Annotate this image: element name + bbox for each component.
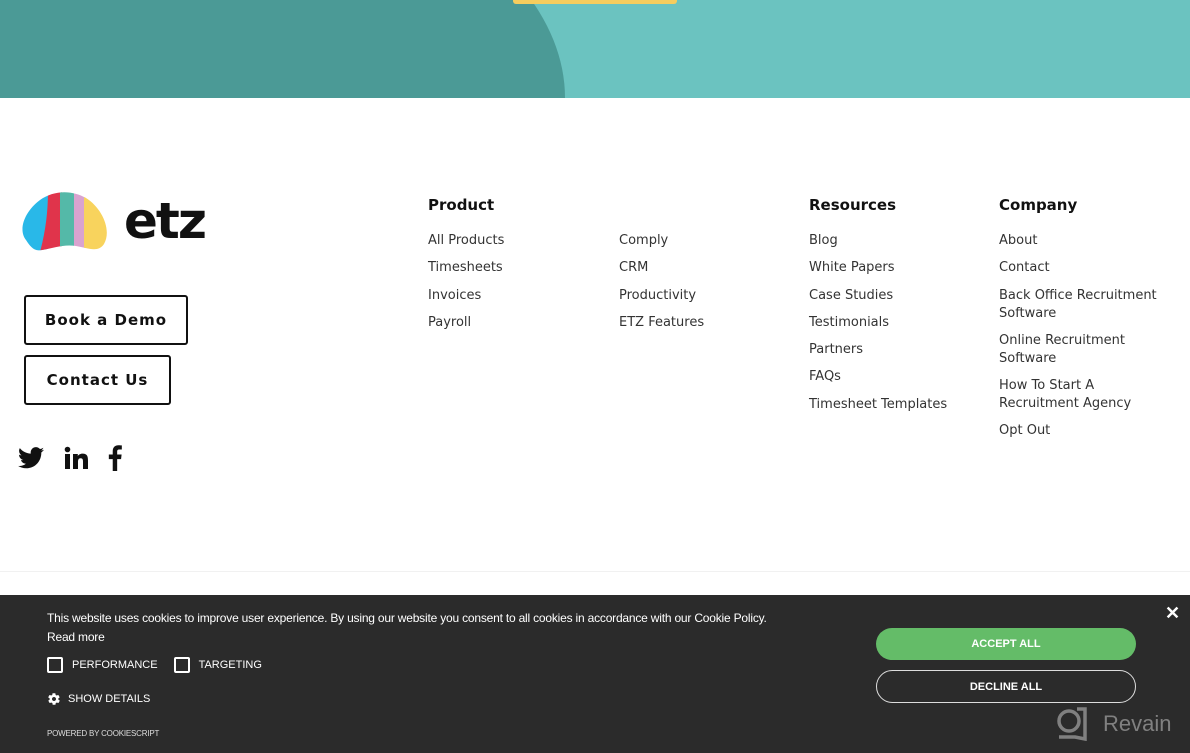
footer-link: How To Start A Recruitment Agency [999,377,1174,413]
footer-link: CRM [619,259,704,277]
close-icon[interactable]: ✕ [1165,603,1180,624]
link-timesheets[interactable]: Timesheets [428,260,503,275]
footer-link: FAQs [809,368,947,386]
link-payroll[interactable]: Payroll [428,315,471,330]
link-blog[interactable]: Blog [809,233,838,248]
social-links [18,445,122,471]
gear-icon [47,692,61,706]
link-start-agency[interactable]: How To Start A Recruitment Agency [999,378,1131,411]
cookie-message-text: This website uses cookies to improve use… [47,611,767,625]
footer-link: Productivity [619,287,704,305]
link-comply[interactable]: Comply [619,233,668,248]
performance-checkbox[interactable]: PERFORMANCE [47,657,158,673]
link-white-papers[interactable]: White Papers [809,260,895,275]
cookie-categories: PERFORMANCE TARGETING [47,657,278,673]
link-crm[interactable]: CRM [619,260,648,275]
checkbox-label: TARGETING [198,659,262,671]
footer-link: Comply [619,232,704,250]
show-details-toggle[interactable]: SHOW DETAILS [47,692,150,706]
hero-dark-shape [0,0,565,98]
linkedin-icon[interactable] [64,446,88,470]
decline-all-button[interactable]: DECLINE ALL [876,670,1136,703]
link-partners[interactable]: Partners [809,342,863,357]
twitter-icon[interactable] [18,447,44,469]
footer-link: Testimonials [809,314,947,332]
link-faqs[interactable]: FAQs [809,369,841,384]
footer-link: About [999,232,1174,250]
site-footer: etz Book a Demo Contact Us Product All P… [0,98,1190,572]
footer-column-company: Company About Contact Back Office Recrui… [999,196,1174,450]
footer-link: Contact [999,259,1174,277]
link-all-products[interactable]: All Products [428,233,504,248]
footer-link: Payroll [428,314,504,332]
read-more-link[interactable]: Read more [47,630,105,644]
footer-column-product-2: Comply CRM Productivity ETZ Features [619,232,704,341]
checkbox-box[interactable] [173,657,190,673]
cookie-message: This website uses cookies to improve use… [47,609,767,647]
column-heading: Resources [809,196,897,214]
hero-cta-button[interactable] [513,0,677,4]
footer-link: Timesheets [428,259,504,277]
logo-wordmark: etz [124,192,207,250]
logo-mark-icon [22,192,107,251]
powered-by-link[interactable]: POWERED BY COOKIESCRIPT [47,729,159,738]
link-invoices[interactable]: Invoices [428,288,481,303]
book-demo-button[interactable]: Book a Demo [24,295,188,345]
link-productivity[interactable]: Productivity [619,288,696,303]
column-heading: Company [999,196,1078,214]
show-details-label: SHOW DETAILS [68,693,151,705]
footer-link: Online Recruitment Software [999,332,1174,368]
link-online-recruitment[interactable]: Online Recruitment Software [999,333,1125,366]
footer-link: Back Office Recruitment Software [999,287,1174,323]
footer-link: ETZ Features [619,314,704,332]
etz-logo[interactable]: etz [18,190,207,252]
link-timesheet-templates[interactable]: Timesheet Templates [809,397,947,412]
link-about[interactable]: About [999,233,1037,248]
footer-link: Timesheet Templates [809,396,947,414]
cookie-banner: This website uses cookies to improve use… [0,595,1190,753]
accept-all-button[interactable]: ACCEPT ALL [876,628,1136,660]
checkbox-box[interactable] [47,657,63,673]
hero-banner [0,0,1190,98]
revain-logo-icon [1057,707,1087,741]
facebook-icon[interactable] [108,445,122,471]
link-etz-features[interactable]: ETZ Features [619,315,704,330]
footer-link: All Products [428,232,504,250]
targeting-checkbox[interactable]: TARGETING [173,657,262,673]
footer-link: Partners [809,341,947,359]
checkbox-label: PERFORMANCE [72,659,158,671]
link-testimonials[interactable]: Testimonials [809,315,889,330]
footer-link: Blog [809,232,947,250]
footer-link: White Papers [809,259,947,277]
revain-wordmark: Revain [1103,711,1172,736]
footer-column-product: Product All Products Timesheets Invoices… [428,196,504,341]
link-contact[interactable]: Contact [999,260,1050,275]
column-heading: Product [428,196,495,214]
link-opt-out[interactable]: Opt Out [999,423,1050,438]
revain-watermark: Revain [1055,707,1171,741]
link-case-studies[interactable]: Case Studies [809,288,893,303]
footer-link: Opt Out [999,422,1174,440]
contact-us-button[interactable]: Contact Us [24,355,171,405]
footer-column-resources: Resources Blog White Papers Case Studies… [809,196,947,423]
footer-link: Invoices [428,287,504,305]
footer-link: Case Studies [809,287,947,305]
link-back-office[interactable]: Back Office Recruitment Software [999,288,1157,321]
